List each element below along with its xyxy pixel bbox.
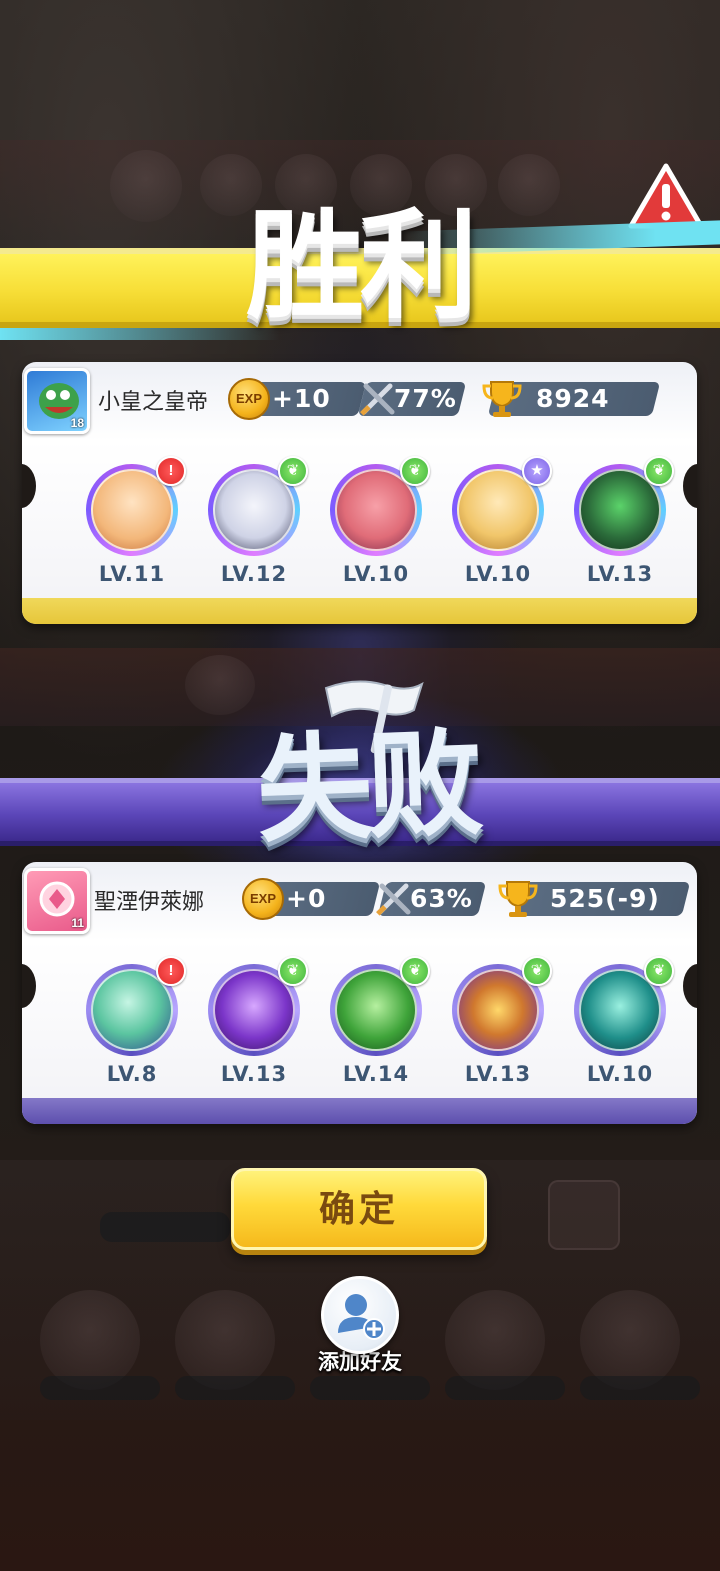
wing-icon: ❦ — [278, 456, 308, 486]
unit-level: LV.10 — [586, 1062, 654, 1086]
wing-icon: ❦ — [400, 956, 430, 986]
warning-icon[interactable] — [628, 162, 704, 230]
defeat-title: 失败 — [254, 716, 480, 859]
winner-result-card: 18 小皇之皇帝 EXP +10 77% 8924 ! LV.11 ❦ LV.1… — [22, 362, 697, 624]
card-notch — [683, 464, 697, 508]
player-name: 小皇之皇帝 — [98, 389, 209, 414]
unit-level: LV.12 — [220, 562, 288, 586]
add-friend-circle — [321, 1276, 399, 1354]
win-rate: 77% — [394, 384, 457, 413]
unit-level: LV.10 — [464, 562, 532, 586]
unit-level: LV.10 — [342, 562, 410, 586]
wing-icon: ❦ — [400, 456, 430, 486]
player-name: 聖湮伊萊娜 — [94, 889, 205, 914]
win-rate: 63% — [410, 884, 473, 913]
unit-level: LV.13 — [464, 1062, 532, 1086]
trophy-count: 8924 — [536, 384, 610, 413]
unit-card[interactable]: ❦ LV.13 — [202, 956, 308, 1088]
up-arrow-icon: ! — [156, 956, 186, 986]
card-footer-strip — [22, 1098, 697, 1124]
background-bp-pill — [40, 1376, 160, 1400]
player-avatar[interactable]: 18 — [24, 368, 90, 434]
background-bp-pill — [100, 1212, 230, 1242]
card-notch — [683, 964, 697, 1008]
unit-level: LV.13 — [220, 1062, 288, 1086]
background-avatar — [580, 1290, 680, 1390]
exp-gain: +10 — [272, 384, 331, 413]
card-notch — [22, 464, 36, 508]
trophy-icon — [482, 381, 522, 417]
unit-level: LV.8 — [106, 1062, 158, 1086]
card-footer-strip — [22, 598, 697, 624]
up-arrow-icon: ! — [156, 456, 186, 486]
loser-result-card: 11 聖湮伊萊娜 EXP +0 63% 525(-9) ! LV.8 ❦ LV.… — [22, 862, 697, 1124]
exp-coin-icon: EXP — [242, 878, 284, 920]
add-user-icon — [338, 1294, 385, 1340]
victory-title: 胜利 — [245, 197, 478, 335]
unit-level: LV.14 — [342, 1062, 410, 1086]
unit-level: LV.11 — [98, 562, 166, 586]
unit-card[interactable]: ❦ LV.13 — [568, 456, 674, 588]
exp-coin-icon: EXP — [228, 378, 270, 420]
background-bp-pill — [175, 1376, 295, 1400]
player-level: 11 — [71, 916, 84, 930]
background-bp-pill — [580, 1376, 700, 1400]
wing-icon: ❦ — [644, 456, 674, 486]
add-friend-button[interactable]: 添加好友 — [304, 1276, 416, 1376]
unit-card[interactable]: ❦ LV.10 — [568, 956, 674, 1088]
wing-icon: ❦ — [522, 956, 552, 986]
unit-card[interactable]: ! LV.8 — [80, 956, 186, 1088]
unit-card[interactable]: ❦ LV.12 — [202, 456, 308, 588]
unit-level: LV.13 — [586, 562, 654, 586]
background-avatar — [40, 1290, 140, 1390]
player-level: 18 — [70, 416, 84, 430]
unit-card[interactable]: ❦ LV.13 — [446, 956, 552, 1088]
background-avatar — [175, 1290, 275, 1390]
unit-card[interactable]: ★ LV.10 — [446, 456, 552, 588]
trophy-icon — [498, 881, 538, 917]
confirm-button[interactable]: 确定 — [231, 1168, 487, 1250]
background-bp-pill — [445, 1376, 565, 1400]
player-avatar[interactable]: 11 — [24, 868, 90, 934]
trophy-count: 525(-9) — [550, 884, 660, 913]
exp-gain: +0 — [286, 884, 327, 913]
unit-card[interactable]: ! LV.11 — [80, 456, 186, 588]
star-icon: ★ — [522, 456, 552, 486]
unit-card[interactable]: ❦ LV.10 — [324, 456, 430, 588]
unit-card[interactable]: ❦ LV.14 — [324, 956, 430, 1088]
background-bp-pill — [310, 1376, 430, 1400]
background-avatar-tile — [548, 1180, 620, 1250]
card-notch — [22, 964, 36, 1008]
wing-icon: ❦ — [644, 956, 674, 986]
background-avatar — [445, 1290, 545, 1390]
background-avatar — [110, 150, 182, 222]
wing-icon: ❦ — [278, 956, 308, 986]
